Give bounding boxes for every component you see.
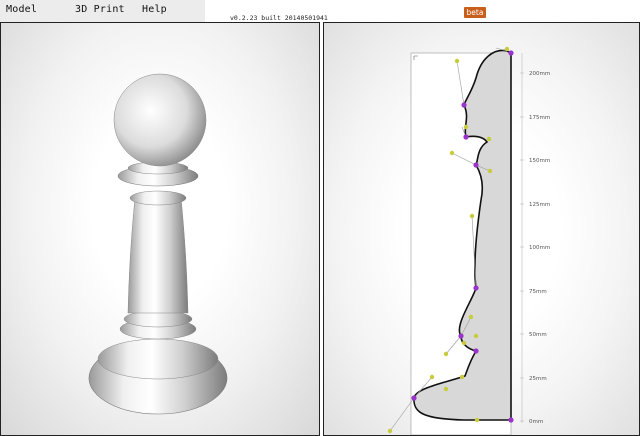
handle-point	[387, 428, 393, 434]
handle-point	[443, 386, 449, 392]
handle-point	[463, 124, 469, 130]
tick-label: 125mm	[529, 202, 550, 208]
menu-model[interactable]: Model	[6, 4, 37, 15]
handle-point	[486, 136, 492, 142]
menu-help[interactable]: Help	[142, 4, 167, 15]
handle-point	[459, 374, 465, 380]
handle-point	[429, 374, 435, 380]
tick-label: 200mm	[529, 71, 550, 77]
pawn-model	[88, 73, 228, 415]
tick-label: 150mm	[529, 158, 550, 164]
handle-point	[504, 46, 510, 52]
beta-badge: beta	[464, 7, 486, 18]
tick-label: 50mm	[529, 332, 547, 338]
tick-label: 100mm	[529, 245, 550, 251]
control-point	[463, 134, 469, 140]
version-label: v0.2.23 built 20140501941	[230, 14, 328, 22]
menu-3d-print[interactable]: 3D Print	[75, 4, 125, 15]
handle-point	[468, 314, 474, 320]
control-point	[461, 102, 467, 108]
handle-point	[469, 213, 475, 219]
handle-point	[443, 351, 449, 357]
height-tick-labels: 200mm 175mm 150mm 125mm 100mm 75mm 50mm …	[529, 71, 550, 425]
tick-label: 0mm	[529, 419, 543, 425]
handle-point	[474, 417, 480, 423]
control-point	[508, 50, 514, 56]
profile-editor-canvas[interactable]: 200mm 175mm 150mm 125mm 100mm 75mm 50mm …	[324, 23, 639, 435]
control-point	[458, 333, 464, 339]
pawn-3d-view[interactable]	[1, 23, 319, 435]
control-point	[473, 162, 479, 168]
handle-point	[473, 333, 479, 339]
tick-label: 25mm	[529, 376, 547, 382]
handle-point	[449, 150, 455, 156]
handle-point	[454, 58, 460, 64]
profile-editor-panel[interactable]: 200mm 175mm 150mm 125mm 100mm 75mm 50mm …	[323, 22, 640, 436]
tick-label: 75mm	[529, 289, 547, 295]
control-point	[508, 417, 514, 423]
menu-bar: Model 3D Print Help	[0, 0, 205, 22]
control-point	[473, 285, 479, 291]
tick-label: 175mm	[529, 115, 550, 121]
3d-preview-panel[interactable]	[0, 22, 320, 436]
control-point	[473, 348, 479, 354]
handle-point	[461, 340, 467, 346]
control-point	[411, 395, 417, 401]
handle-point	[487, 168, 493, 174]
